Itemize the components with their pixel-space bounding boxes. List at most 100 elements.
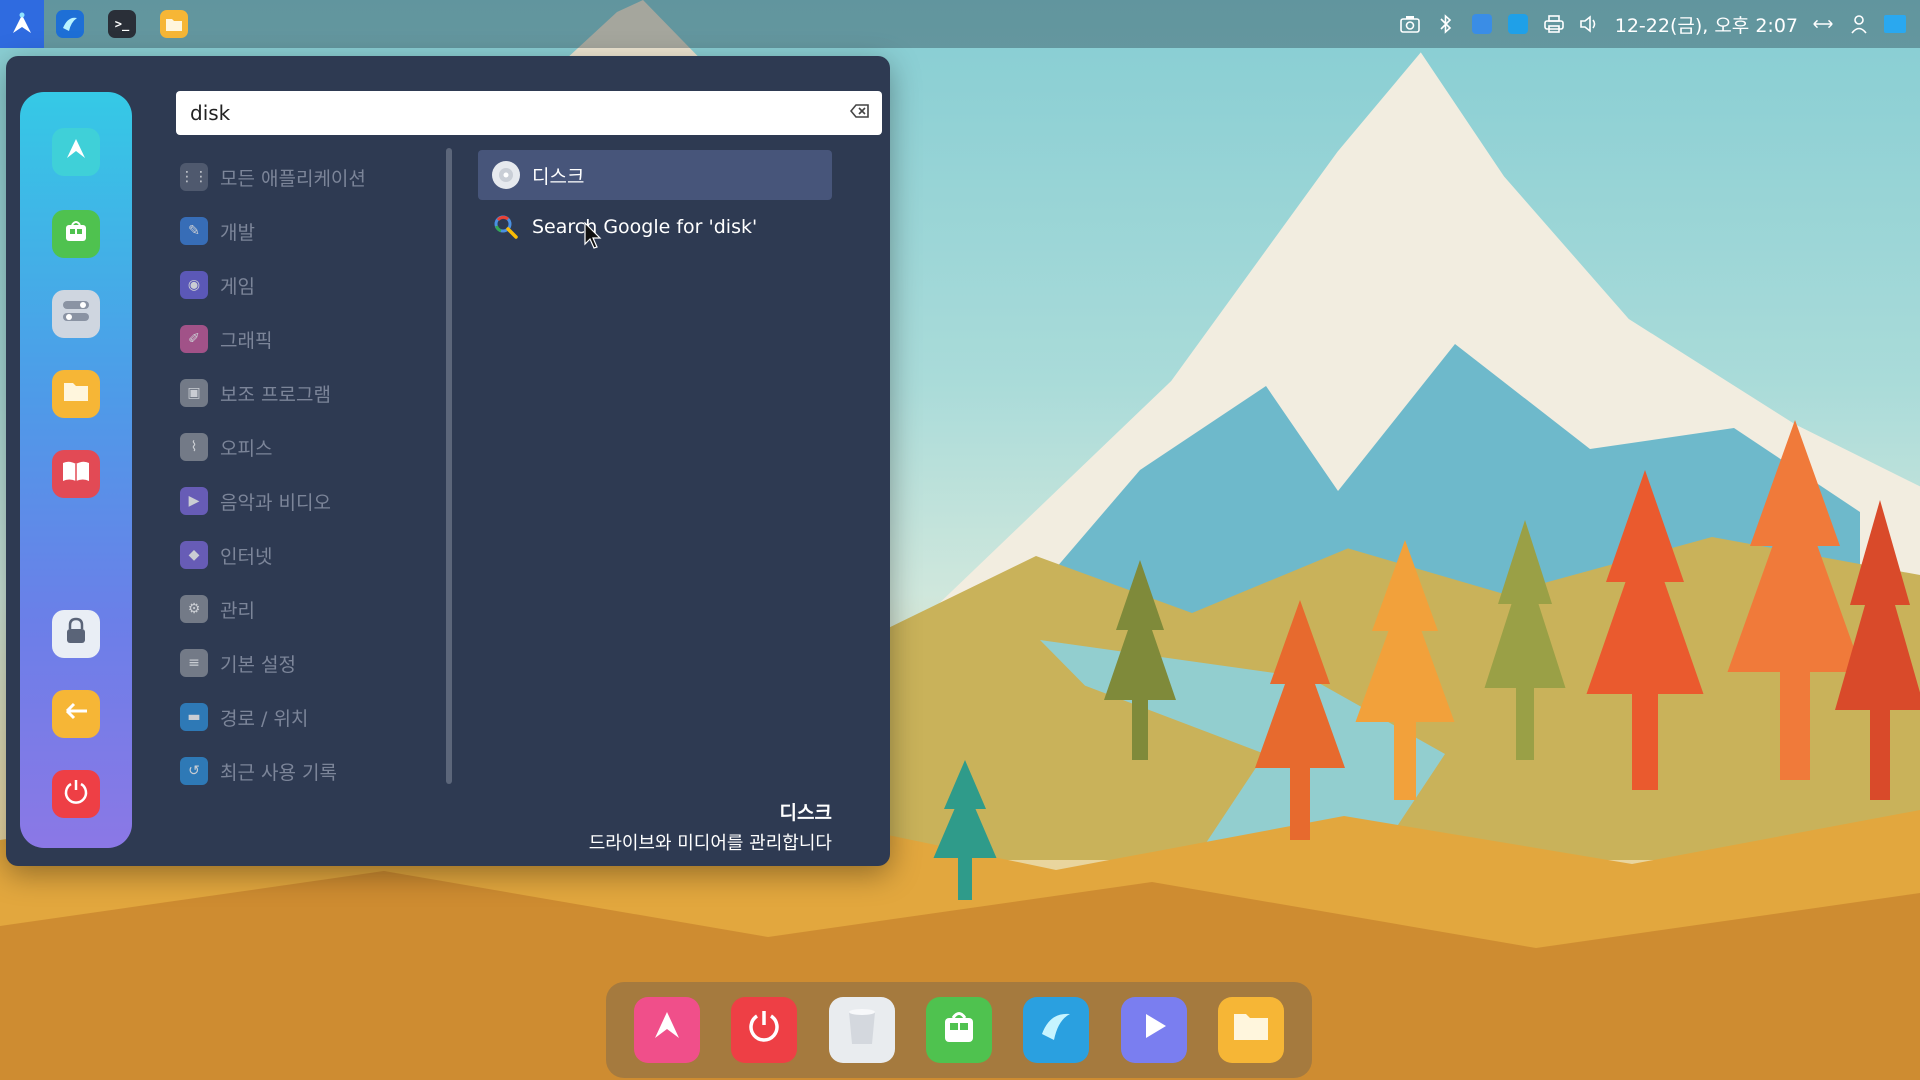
top-panel: >_ 12-22(금), 오후 2:07 [0,0,1920,48]
software-manager-icon [61,134,91,170]
category-item[interactable]: ✎ 개발 [180,204,440,258]
category-label: 게임 [220,275,255,298]
fav-app-store[interactable] [52,210,100,258]
category-label: 모든 애플리케이션 [220,167,366,190]
category-label: 음악과 비디오 [220,491,331,514]
category-item[interactable]: ▶ 음악과 비디오 [180,474,440,528]
panel-app-list: >_ [0,0,200,48]
help-book-icon [61,459,91,489]
dock-item[interactable] [1023,997,1090,1063]
category-label: 관리 [220,599,255,622]
dock-item[interactable] [828,997,895,1063]
dock-item[interactable] [633,997,700,1063]
grid-icon: ⋮⋮ [180,163,208,191]
search-results: 디스크 Search Google for 'disk' [478,150,832,254]
paperclip-icon: ⌇ [180,433,208,461]
dock-item[interactable] [1120,997,1187,1063]
category-item[interactable]: ◆ 인터넷 [180,528,440,582]
trash-icon [845,1006,879,1054]
panel-browser-button[interactable] [44,0,96,48]
fav-software-manager[interactable] [52,128,100,176]
dock-item[interactable] [925,997,992,1063]
clear-search-button[interactable] [848,101,872,125]
accessories-icon: ▣ [180,379,208,407]
mouse-cursor-icon [584,222,602,249]
category-item[interactable]: ▣ 보조 프로그램 [180,366,440,420]
category-label: 오피스 [220,437,273,460]
internet-icon: ◆ [180,541,208,569]
terminal-icon: >_ [108,10,136,38]
folder-icon: ▬ [180,703,208,731]
category-item[interactable]: ↺ 최근 사용 기록 [180,744,440,798]
favorites-bar [20,92,132,848]
fav-logout[interactable] [52,690,100,738]
fav-power[interactable] [52,770,100,818]
disk-icon [492,161,520,189]
search-icon [492,213,520,241]
search-input[interactable] [190,101,830,125]
launcher-icon[interactable] [0,0,44,48]
search-result-item[interactable]: 디스크 [478,150,832,200]
logout-icon [63,700,89,728]
fav-lock[interactable] [52,610,100,658]
search-result-label: Search Google for 'disk' [532,216,758,238]
settings-icon: ≡ [180,649,208,677]
gamepad-icon: ◉ [180,271,208,299]
app-tray-icon[interactable] [1471,13,1493,35]
fav-help[interactable] [52,450,100,498]
printer-icon[interactable] [1543,13,1565,35]
power-icon [745,1007,783,1053]
category-label: 보조 프로그램 [220,383,331,406]
category-item[interactable]: ▬ 경로 / 위치 [180,690,440,744]
category-label: 경로 / 위치 [220,707,309,730]
gear-icon: ⚙ [180,595,208,623]
category-scrollbar[interactable] [446,148,452,784]
category-item[interactable]: ◉ 게임 [180,258,440,312]
category-item[interactable]: ≡ 기본 설정 [180,636,440,690]
description-text: 드라이브와 미디어를 관리합니다 [588,833,832,854]
category-label: 개발 [220,221,255,244]
volume-icon[interactable] [1579,13,1601,35]
application-menu: ⋮⋮ 모든 애플리케이션 ✎ 개발 ◉ 게임 ✐ 그래픽 ▣ 보조 프로그램 ⌇ 오피스 ▶ 음악과 비디… [6,56,890,866]
remote-tray-icon[interactable] [1507,13,1529,35]
search-result-label: 디스크 [532,165,585,188]
category-item[interactable]: ⌇ 오피스 [180,420,440,474]
brush-icon: ✐ [180,325,208,353]
software-manager-icon [647,1006,687,1054]
backspace-icon [849,103,870,124]
user-icon[interactable] [1848,13,1870,35]
category-label: 최근 사용 기록 [220,761,337,784]
panel-clock[interactable]: 12-22(금), 오후 2:07 [1615,11,1798,38]
fav-files[interactable] [52,370,100,418]
power-icon [62,777,90,811]
category-label: 인터넷 [220,545,273,568]
panel-files-button[interactable] [148,0,200,48]
dock-item[interactable] [1218,997,1285,1063]
panel-terminal-button[interactable]: >_ [96,0,148,48]
app-store-icon [939,1006,979,1054]
files-icon [62,379,90,409]
dock [606,982,1312,1078]
category-item[interactable]: ⚙ 관리 [180,582,440,636]
settings-toggle-icon [61,298,91,330]
category-item[interactable]: ✐ 그래픽 [180,312,440,366]
app-store-icon [62,217,90,251]
search-box[interactable] [176,91,882,135]
category-item[interactable]: ⋮⋮ 모든 애플리케이션 [180,150,440,204]
app-description: 디스크 드라이브와 미디어를 관리합니다 [589,798,832,855]
screenshot-icon[interactable] [1399,13,1421,35]
network-arrows-icon[interactable] [1812,13,1834,35]
browser-icon [56,10,84,38]
media-player-icon [1136,1008,1172,1052]
fav-settings[interactable] [52,290,100,338]
bluetooth-icon[interactable] [1435,13,1457,35]
description-title: 디스크 [779,802,832,824]
play-icon: ▶ [180,487,208,515]
system-tray: 12-22(금), 오후 2:07 [1399,11,1920,38]
browser-icon [1036,1006,1076,1054]
workspace-icon[interactable] [1884,13,1906,35]
search-result-item[interactable]: Search Google for 'disk' [478,202,832,252]
dock-item[interactable] [731,997,798,1063]
files-icon [160,10,188,38]
category-list: ⋮⋮ 모든 애플리케이션 ✎ 개발 ◉ 게임 ✐ 그래픽 ▣ 보조 프로그램 ⌇ 오피스 ▶ 음악과 비디… [180,150,440,798]
